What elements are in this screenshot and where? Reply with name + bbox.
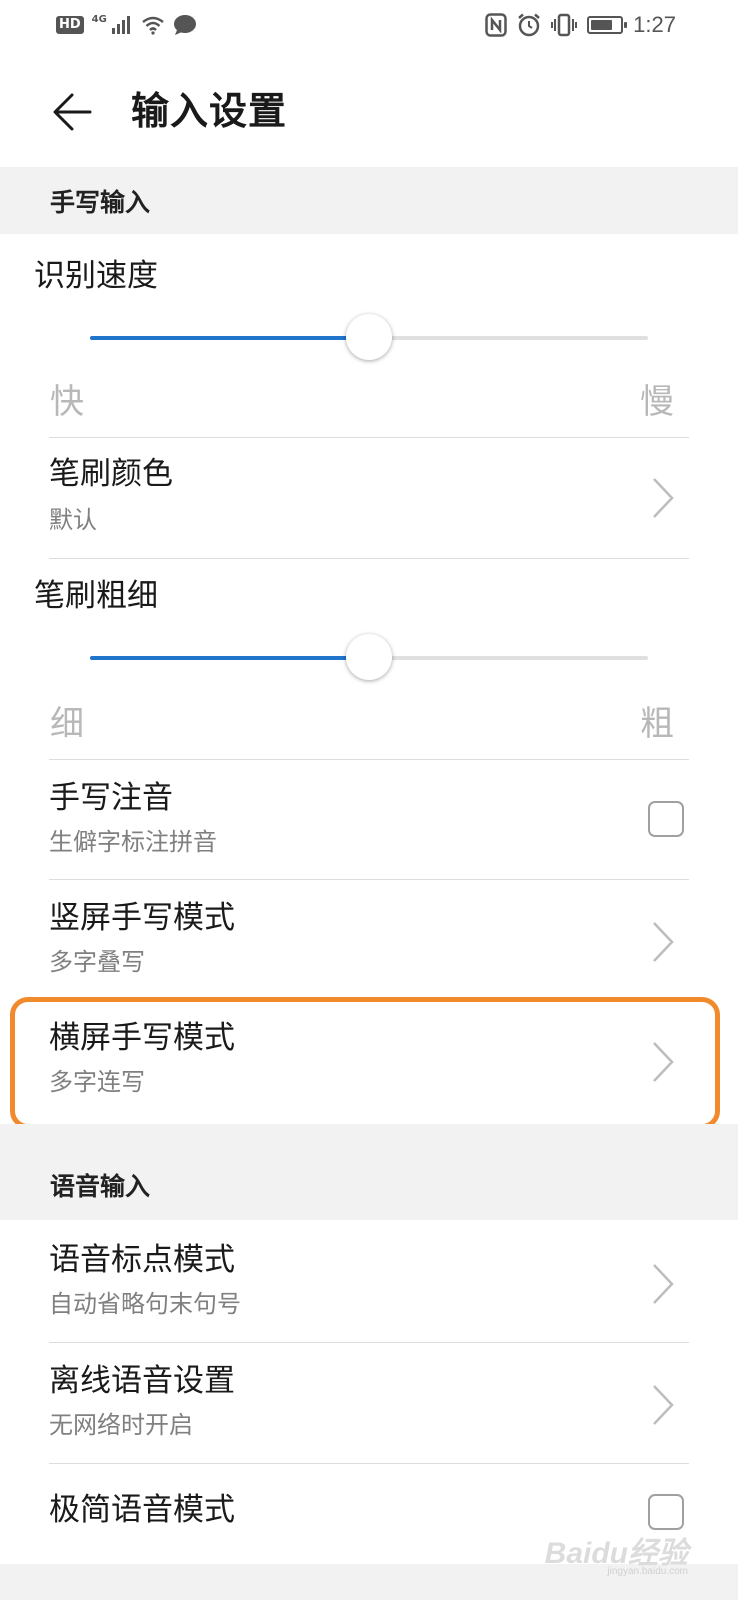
section-header-voice: 语音输入 xyxy=(0,1124,738,1220)
row-subtitle: 自动省略句末句号 xyxy=(49,1290,241,1318)
row-title: 笔刷颜色 xyxy=(49,456,173,492)
voice-punctuation-mode-row[interactable]: 语音标点模式 自动省略句末句号 xyxy=(49,1220,689,1342)
offline-voice-settings-row[interactable]: 离线语音设置 无网络时开启 xyxy=(49,1343,689,1463)
battery-icon xyxy=(587,16,628,34)
wifi-icon xyxy=(142,16,164,35)
slider-fill xyxy=(90,336,369,340)
handwriting-annotation-row[interactable]: 手写注音 生僻字标注拼音 xyxy=(49,760,689,878)
brush-color-row[interactable]: 笔刷颜色 默认 xyxy=(49,438,689,558)
row-title: 手写注音 xyxy=(49,780,173,816)
slider-max-label: 粗 xyxy=(640,704,674,744)
recognition-speed-slider[interactable] xyxy=(90,314,648,360)
row-title: 语音标点模式 xyxy=(49,1242,235,1278)
status-left: HD 4G xyxy=(56,14,197,36)
brush-thickness-slider[interactable] xyxy=(90,634,648,680)
slider-fill xyxy=(90,656,369,660)
alarm-icon xyxy=(518,13,540,37)
slider-min-label: 快 xyxy=(50,382,84,422)
message-icon xyxy=(173,15,196,35)
battery-level xyxy=(591,20,613,30)
page-title: 输入设置 xyxy=(131,89,288,133)
chevron-right-icon xyxy=(653,922,674,962)
chevron-right-icon xyxy=(653,1385,674,1425)
status-bar: HD 4G 1:27 xyxy=(0,0,738,56)
minimal-mode-checkbox[interactable] xyxy=(648,1494,684,1530)
row-subtitle: 生僻字标注拼音 xyxy=(49,828,217,856)
row-subtitle: 无网络时开启 xyxy=(49,1411,193,1439)
row-title: 横屏手写模式 xyxy=(49,1020,235,1056)
back-button[interactable] xyxy=(44,84,100,140)
row-subtitle: 默认 xyxy=(49,506,97,534)
watermark-url: jingyan.baidu.com xyxy=(607,1566,688,1577)
status-right: 1:27 xyxy=(485,12,676,38)
recognition-speed-label: 识别速度 xyxy=(34,258,158,294)
row-title: 极简语音模式 xyxy=(49,1492,235,1528)
signal-icon xyxy=(111,16,130,34)
slider-thumb[interactable] xyxy=(346,634,392,680)
nfc-icon xyxy=(485,13,507,37)
section-label: 手写输入 xyxy=(50,188,151,217)
chevron-right-icon xyxy=(653,1264,674,1304)
annotation-checkbox[interactable] xyxy=(648,801,684,837)
row-title: 离线语音设置 xyxy=(49,1363,235,1399)
network-type: 4G xyxy=(91,14,107,25)
divider xyxy=(49,558,689,559)
row-subtitle: 多字连写 xyxy=(49,1068,145,1096)
section-label: 语音输入 xyxy=(50,1172,151,1201)
slider-min-label: 细 xyxy=(50,704,84,744)
status-time: 1:27 xyxy=(633,12,676,37)
hd-icon: HD xyxy=(56,16,84,34)
arrow-left-icon xyxy=(53,93,92,131)
row-title: 竖屏手写模式 xyxy=(49,900,235,936)
brush-thickness-label: 笔刷粗细 xyxy=(34,578,158,614)
slider-max-label: 慢 xyxy=(640,382,674,422)
landscape-handwriting-mode-row[interactable]: 横屏手写模式 多字连写 xyxy=(49,1000,689,1122)
slider-thumb[interactable] xyxy=(346,314,392,360)
chevron-right-icon xyxy=(653,1042,674,1082)
chevron-right-icon xyxy=(653,478,674,518)
row-subtitle: 多字叠写 xyxy=(49,948,145,976)
portrait-handwriting-mode-row[interactable]: 竖屏手写模式 多字叠写 xyxy=(49,880,689,998)
vibrate-icon xyxy=(551,13,578,37)
section-header-handwriting: 手写输入 xyxy=(0,167,738,234)
